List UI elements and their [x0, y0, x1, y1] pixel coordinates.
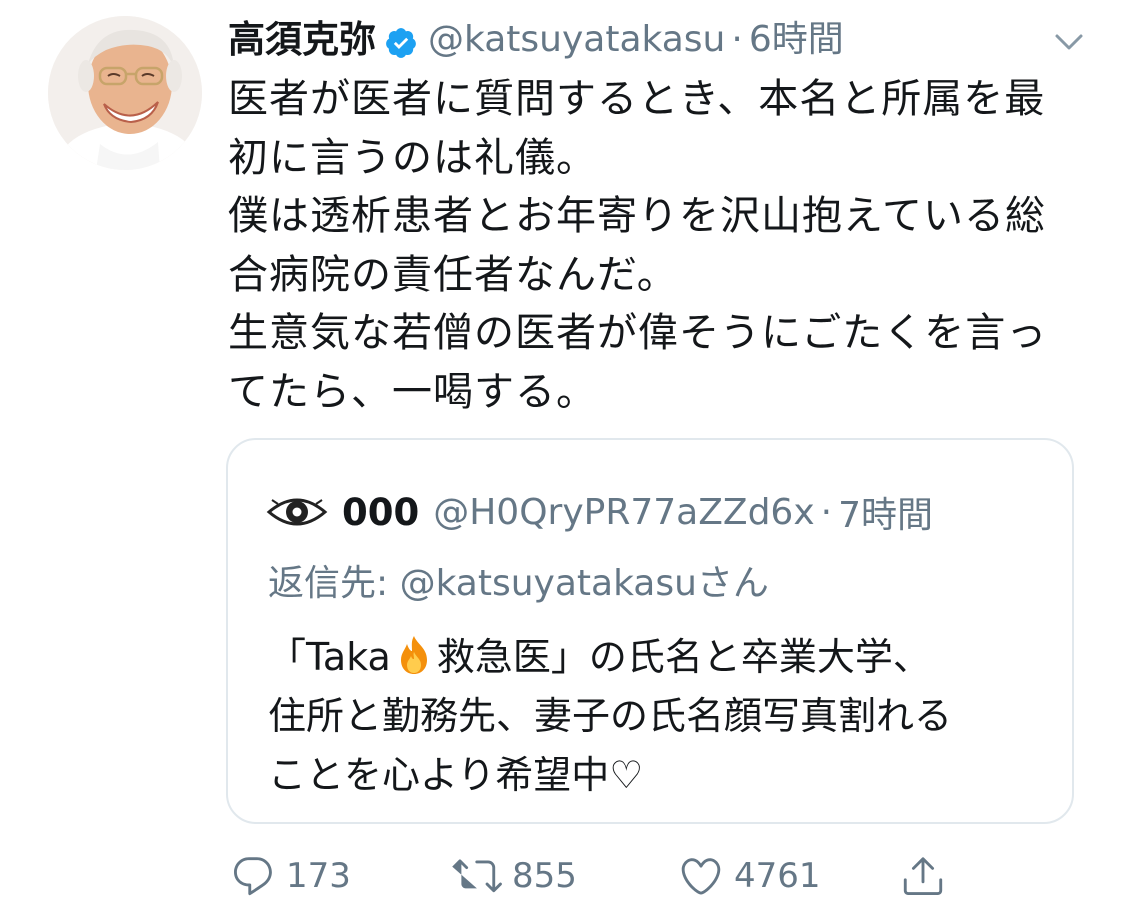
verified-badge-icon	[384, 23, 418, 58]
action-bar: 173 855 4761	[228, 846, 1088, 906]
reply-to-label[interactable]: 返信先: @katsuyatakasuさん	[268, 558, 769, 610]
chevron-down-icon[interactable]	[1051, 24, 1087, 60]
share-icon	[903, 857, 943, 896]
reply-button[interactable]: 173	[230, 846, 351, 906]
quote-text: 「Taka 救急医」の氏名と卒業大学、 住所と勤務先、妻子の氏名顔写真割れる こ…	[268, 628, 1048, 805]
tweet-text: 医者が医者に質問するとき、本名と所属を最 初に言うのは礼儀。 僕は透析患者とお年…	[228, 76, 1048, 415]
quoted-tweet[interactable]: 000 @H0QryPR77aZZd6x · 7時間 返信先: @katsuya…	[226, 438, 1074, 824]
quote-timestamp[interactable]: 7時間	[838, 486, 933, 538]
like-button[interactable]: 4761	[678, 846, 821, 906]
eye-icon	[266, 492, 328, 532]
fire-emoji	[395, 634, 433, 676]
quote-separator: ·	[820, 491, 833, 533]
tweet-header: 高須克弥 @katsuyatakasu · 6時間	[228, 14, 1065, 66]
quote-display-name[interactable]: 000	[342, 491, 419, 534]
separator: ·	[731, 19, 743, 60]
retweet-icon	[452, 859, 502, 893]
share-button[interactable]	[900, 846, 956, 906]
reply-count: 173	[286, 856, 351, 896]
retweet-count: 855	[512, 856, 577, 896]
handle[interactable]: @katsuyatakasu	[428, 14, 725, 66]
timestamp[interactable]: 6時間	[749, 14, 844, 66]
quote-text-start: 「Taka	[268, 635, 391, 679]
reply-icon	[234, 857, 272, 896]
heart-icon	[681, 858, 721, 895]
quote-handle[interactable]: @H0QryPR77aZZd6x	[433, 492, 814, 533]
display-name[interactable]: 高須克弥	[228, 14, 376, 66]
quote-header: 000 @H0QryPR77aZZd6x · 7時間	[266, 486, 933, 538]
tweet: 高須克弥 @katsuyatakasu · 6時間 医者が医者に質問するとき、本…	[0, 0, 1125, 918]
retweet-button[interactable]: 855	[452, 846, 577, 906]
like-count: 4761	[734, 856, 821, 896]
avatar[interactable]	[48, 16, 202, 170]
